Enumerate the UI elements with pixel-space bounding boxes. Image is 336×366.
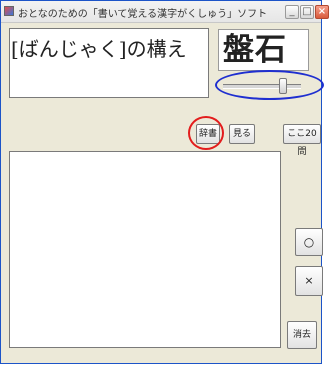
dictionary-button[interactable]: 辞書 [196,124,220,144]
correct-button[interactable]: ○ [295,228,323,256]
minimize-button[interactable]: _ [285,5,299,19]
reading-display: [ばんじゃく]の構え [9,28,209,98]
slider-thumb[interactable] [279,78,287,94]
slider-track [223,84,301,89]
view-button[interactable]: 見る [229,124,255,144]
window-title: おとなのための「書いて覚える漢字がくしゅう」ソフト [18,9,268,20]
maximize-button[interactable]: □ [300,5,314,19]
difficulty-slider[interactable] [223,78,301,94]
close-button[interactable]: × [315,5,329,19]
writing-area[interactable] [9,151,281,348]
title-bar: おとなのための「書いて覚える漢字がくしゅう」ソフト _ □ × [1,1,329,23]
recent-20-button[interactable]: ここ20問 [283,124,321,157]
app-window: おとなのための「書いて覚える漢字がくしゅう」ソフト _ □ × [ばんじゃく]の… [0,0,329,364]
app-icon [4,6,14,16]
kanji-display: 盤石 [218,29,309,71]
wrong-button[interactable]: × [295,266,323,296]
erase-button[interactable]: 消去 [287,321,317,349]
kanji-text: 盤石 [223,32,287,68]
